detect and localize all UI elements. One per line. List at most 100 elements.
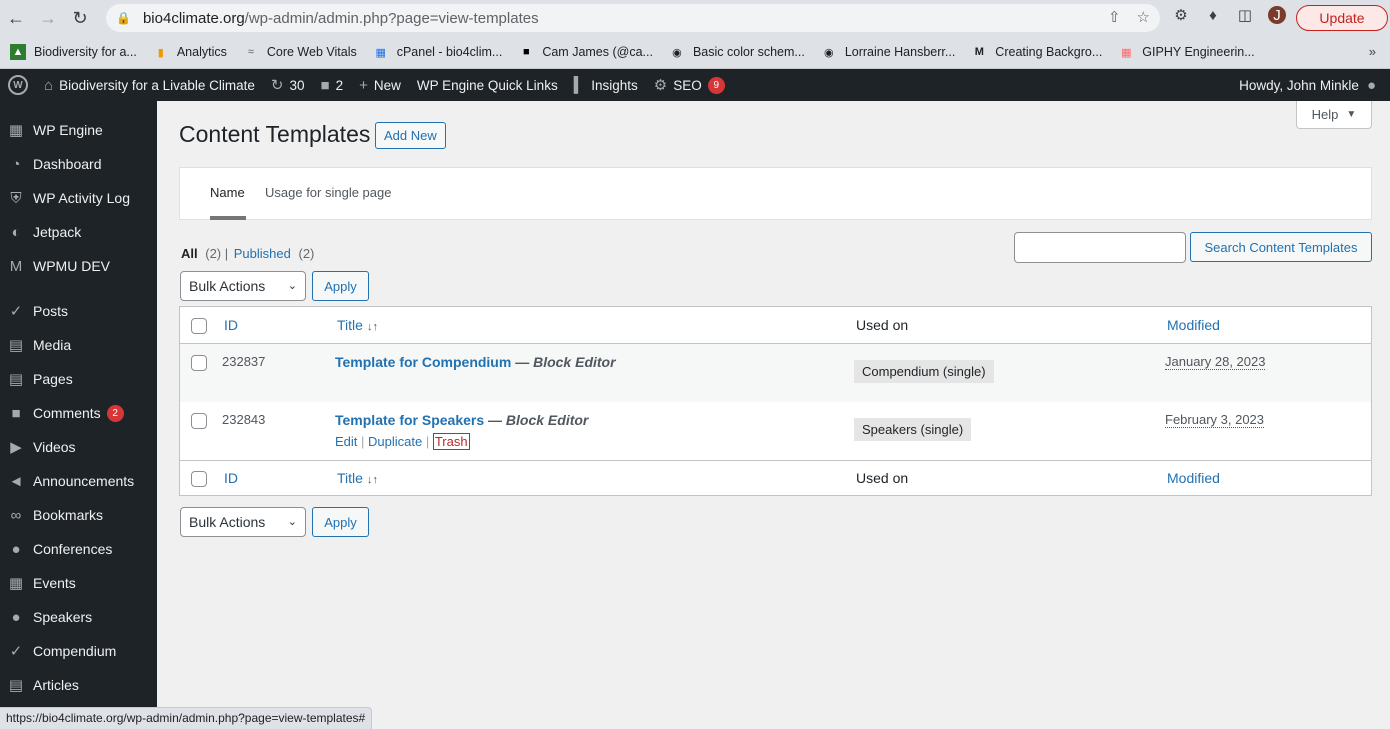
sidebar-item-bookmarks[interactable]: ∞ Bookmarks — [0, 498, 157, 532]
insights-link[interactable]: ▍ Insights — [566, 69, 646, 101]
table-row: 232837 Template for Compendium — Block E… — [180, 344, 1371, 402]
column-id-footer[interactable]: ID — [224, 470, 238, 486]
bookmark-item[interactable]: ■ Cam James (@ca... — [518, 44, 653, 60]
sidebar-item-articles[interactable]: ▤ Articles — [0, 668, 157, 702]
column-title-footer[interactable]: Title ↓↑ — [337, 470, 378, 486]
sidepanel-icon[interactable]: ◫ — [1236, 6, 1254, 24]
sidebar-item-wp-engine[interactable]: ▦ WP Engine — [0, 113, 157, 147]
site-name-link[interactable]: ⌂ Biodiversity for a Livable Climate — [36, 69, 263, 101]
edit-link[interactable]: Edit — [335, 434, 357, 449]
sidebar-item-dashboard[interactable]: ◔ Dashboard — [0, 147, 157, 181]
new-content-menu[interactable]: + New — [351, 69, 409, 101]
sidebar-item-jetpack[interactable]: ◐ Jetpack — [0, 215, 157, 249]
globe-icon: ◉ — [672, 46, 682, 59]
help-tab-button[interactable]: Help ▼ — [1296, 101, 1372, 129]
sidebar-item-activity-log[interactable]: ⛨ WP Activity Log — [0, 181, 157, 215]
star-icon[interactable]: ☆ — [1137, 8, 1150, 26]
extension-gear-icon[interactable]: ⚙ — [1172, 6, 1190, 24]
chevron-down-icon: ⌄ — [287, 516, 297, 528]
forward-icon[interactable]: → — [32, 0, 64, 36]
sidebar-item-events[interactable]: ▦ Events — [0, 566, 157, 600]
giphy-icon: ▦ — [1121, 46, 1132, 59]
updates-link[interactable]: ↻ 30 — [263, 69, 313, 101]
column-id-header[interactable]: ID — [224, 317, 238, 333]
back-icon[interactable]: ← — [0, 0, 32, 36]
bulk-actions-select-bottom[interactable]: Bulk Actions ⌄ — [180, 507, 306, 537]
sidebar-item-posts[interactable]: ✓ Posts — [0, 294, 157, 328]
sidebar-item-compendium[interactable]: ✓ Compendium — [0, 634, 157, 668]
sidebar-item-comments[interactable]: ■ Comments 2 — [0, 396, 157, 430]
apply-button-bottom[interactable]: Apply — [312, 507, 369, 537]
bookmark-item[interactable]: ≈ Core Web Vitals — [243, 44, 357, 60]
sidebar-item-wpmu-dev[interactable]: M WPMU DEV — [0, 249, 157, 283]
column-modified-header[interactable]: Modified — [1167, 317, 1220, 333]
search-input[interactable] — [1014, 232, 1186, 263]
bookmark-item[interactable]: ◉ Basic color schem... — [669, 44, 805, 60]
unsplash-icon: ■ — [523, 46, 530, 58]
apply-button-top[interactable]: Apply — [312, 271, 369, 301]
comments-count-badge: 2 — [106, 404, 124, 422]
bookmark-item[interactable]: ◉ Lorraine Hansberr... — [821, 44, 955, 60]
trash-link[interactable]: Trash — [432, 433, 470, 450]
bulk-actions-select-top[interactable]: Bulk Actions ⌄ — [180, 271, 306, 301]
duplicate-link[interactable]: Duplicate — [368, 434, 422, 449]
m-icon: M — [974, 46, 984, 58]
person-icon: ● — [11, 608, 21, 626]
wordpress-icon: W — [8, 75, 28, 95]
profile-avatar[interactable]: J — [1268, 6, 1286, 24]
select-all-checkbox[interactable] — [191, 318, 207, 334]
select-all-checkbox-footer[interactable] — [191, 471, 207, 487]
row-id: 232837 — [222, 354, 266, 369]
bookmark-item[interactable]: ▮ Analytics — [153, 44, 227, 60]
tab-name[interactable]: Name — [210, 185, 245, 200]
bookmarks-overflow-icon[interactable]: » — [1369, 44, 1376, 59]
address-url: bio4climate.org/wp-admin/admin.php?page=… — [142, 9, 539, 27]
vitals-icon: ≈ — [247, 46, 254, 58]
sidebar-item-media[interactable]: ▤ Media — [0, 328, 157, 362]
row-checkbox[interactable] — [191, 355, 207, 371]
user-icon: ● — [1366, 76, 1376, 94]
browser-update-button[interactable]: Update — [1296, 5, 1388, 31]
link-icon: ∞ — [10, 506, 22, 524]
share-icon[interactable]: ⇧ — [1108, 8, 1121, 26]
shield-icon: ⛨ — [10, 189, 22, 207]
active-tab-indicator — [210, 216, 246, 220]
sidebar-item-speakers[interactable]: ● Speakers — [0, 600, 157, 634]
sidebar-item-pages[interactable]: ▤ Pages — [0, 362, 157, 396]
seo-gear-icon: ⚙ — [653, 77, 668, 94]
column-modified-footer[interactable]: Modified — [1167, 470, 1220, 486]
row-title-link[interactable]: Template for Speakers — Block Editor — [335, 412, 588, 428]
search-templates-button[interactable]: Search Content Templates — [1190, 232, 1372, 262]
bookmark-item[interactable]: M Creating Backgro... — [971, 44, 1103, 60]
row-checkbox[interactable] — [191, 413, 207, 429]
wp-admin-bar: W ⌂ Biodiversity for a Livable Climate ↻ 3… — [0, 69, 1390, 101]
bookmark-item[interactable]: ▲ Biodiversity for a... — [10, 44, 137, 60]
address-bar[interactable]: 🔒 bio4climate.org/wp-admin/admin.php?pag… — [106, 4, 1160, 32]
tab-usage-single-page[interactable]: Usage for single page — [265, 185, 391, 200]
wpmudev-icon: M — [9, 257, 23, 275]
grid-icon: ▦ — [375, 46, 386, 59]
my-account-menu[interactable]: Howdy, John Minkle ● — [1231, 69, 1384, 101]
extensions-puzzle-icon[interactable]: ♦ — [1204, 6, 1222, 24]
wpengine-quick-links[interactable]: WP Engine Quick Links — [409, 69, 566, 101]
wp-logo-menu[interactable]: W — [0, 69, 36, 101]
add-new-button[interactable]: Add New — [375, 122, 446, 149]
comment-icon: ■ — [320, 76, 330, 94]
bookmark-item[interactable]: ▦ GIPHY Engineerin... — [1118, 44, 1255, 60]
column-title-header[interactable]: Title ↓↑ — [337, 317, 378, 333]
sidebar-item-conferences[interactable]: ● Conferences — [0, 532, 157, 566]
bookmark-item[interactable]: ▦ cPanel - bio4clim... — [373, 44, 503, 60]
pin-icon: ✓ — [9, 303, 23, 320]
filter-all-count: (2) — [205, 246, 222, 261]
row-title-link[interactable]: Template for Compendium — Block Editor — [335, 354, 616, 370]
sidebar-item-videos[interactable]: ▶ Videos — [0, 430, 157, 464]
comment-icon: ■ — [11, 404, 21, 422]
table-row: 232843 Template for Speakers — Block Edi… — [180, 402, 1371, 460]
sidebar-item-announcements[interactable]: ◄ Announcements — [0, 464, 157, 498]
filter-all[interactable]: All — [181, 246, 198, 261]
filter-published[interactable]: Published — [234, 246, 291, 261]
seo-menu[interactable]: ⚙ SEO 9 — [646, 69, 733, 101]
reload-icon[interactable]: ↻ — [64, 0, 96, 36]
chevron-down-icon: ⌄ — [287, 280, 297, 292]
comments-link[interactable]: ■ 2 — [313, 69, 352, 101]
